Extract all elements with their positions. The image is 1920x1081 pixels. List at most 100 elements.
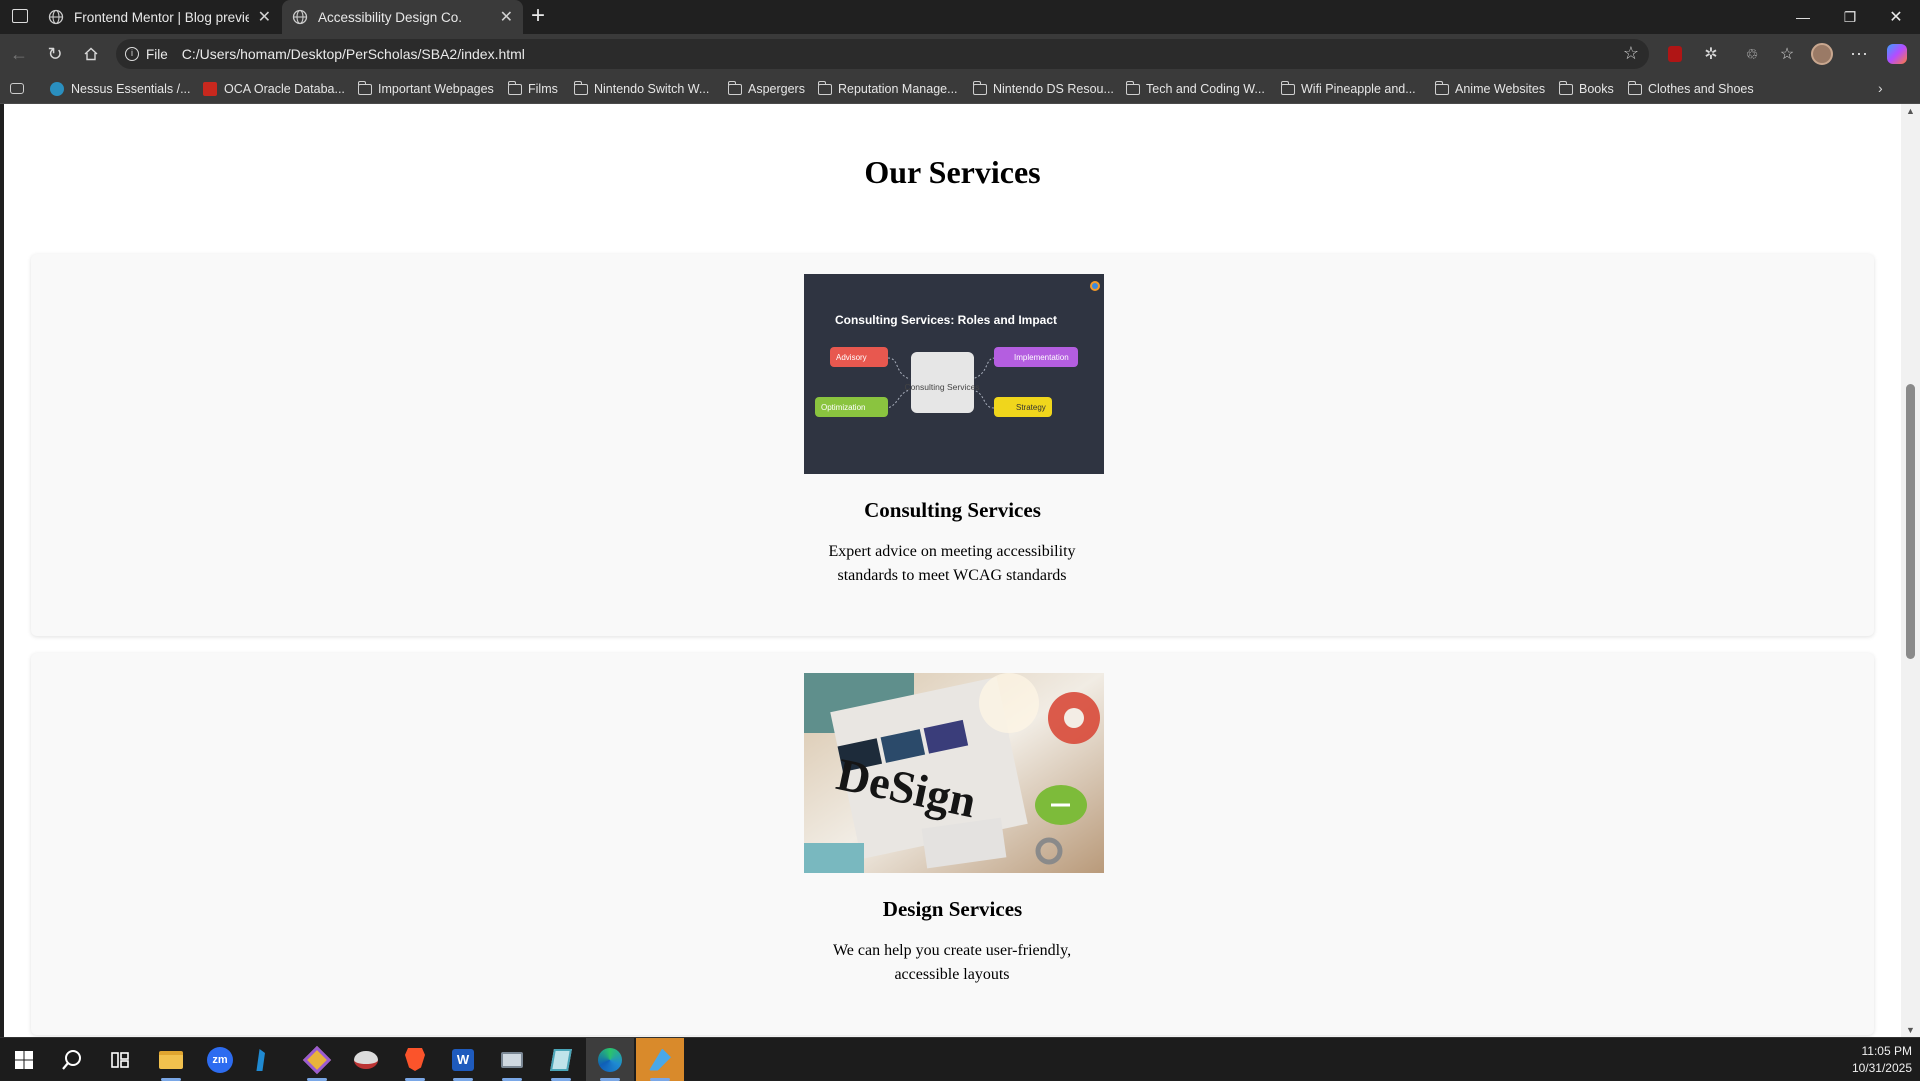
info-icon[interactable]: i: [125, 47, 139, 61]
paint-app-icon[interactable]: [636, 1038, 684, 1081]
tab-title: Accessibility Design Co.: [318, 9, 463, 25]
start-icon[interactable]: [0, 1038, 48, 1081]
close-tab-icon[interactable]: ✕: [258, 7, 271, 27]
bookmark-folder[interactable]: Tech and Coding W...: [1126, 79, 1265, 99]
scheme-label: File: [146, 46, 168, 62]
home-icon[interactable]: [79, 42, 103, 66]
browser-toolbar: ← ↻ i File C:/Users/homam/Desktop/PerSch…: [0, 34, 1920, 74]
brave-icon[interactable]: [391, 1038, 439, 1081]
clock-date: 10/31/2025: [1851, 1061, 1912, 1075]
node-strategy: Strategy: [1016, 403, 1046, 412]
folder-icon: [1126, 80, 1140, 95]
close-tab-icon[interactable]: ✕: [500, 7, 513, 27]
bookmark-nessus[interactable]: Nessus Essentials /...: [50, 79, 191, 99]
tab-strip: Frontend Mentor | Blog preview c ✕ Acces…: [0, 0, 1920, 34]
bookmark-label: Important Webpages: [378, 82, 494, 96]
folder-icon: [728, 80, 742, 95]
task-view-icon[interactable]: [96, 1038, 144, 1081]
scroll-up-icon[interactable]: ▲: [1906, 106, 1915, 116]
page-scrollbar[interactable]: ▲ ▼: [1901, 104, 1920, 1037]
bookmark-label: Anime Websites: [1455, 82, 1546, 96]
bookmark-folder[interactable]: Anime Websites: [1435, 79, 1545, 99]
bookmark-label: Wifi Pineapple and...: [1301, 82, 1416, 96]
game-app-icon[interactable]: [342, 1038, 390, 1081]
bookmark-oca-oracle[interactable]: OCA Oracle Databa...: [203, 79, 345, 99]
bookmark-label: Films: [528, 82, 558, 96]
globe-icon: [50, 82, 64, 96]
restore-icon[interactable]: ❐: [1827, 0, 1873, 34]
network-app-icon[interactable]: [488, 1038, 536, 1081]
favorite-star-icon[interactable]: ☆: [1623, 43, 1639, 64]
service-title: Consulting Services: [864, 498, 1041, 522]
service-card-consulting: Consulting Services: Roles and Impact Co…: [31, 254, 1874, 636]
service-title: Design Services: [882, 897, 1023, 921]
close-window-icon[interactable]: ✕: [1873, 0, 1919, 34]
back-icon[interactable]: ←: [7, 42, 31, 66]
bookmark-label: Reputation Manage...: [838, 82, 958, 96]
bookmark-folder[interactable]: Nintendo Switch W...: [574, 79, 709, 99]
vscode-icon[interactable]: [245, 1038, 293, 1081]
folder-icon: [358, 80, 372, 95]
chevron-right-icon[interactable]: ›: [1878, 80, 1883, 96]
consulting-diagram-image: Consulting Services: Roles and Impact Co…: [804, 274, 1104, 474]
bookmark-folder[interactable]: Aspergers: [728, 79, 805, 99]
bookmarks-menu-icon[interactable]: [10, 83, 24, 94]
folder-icon: [973, 80, 987, 95]
bookmark-folder[interactable]: Wifi Pineapple and...: [1281, 79, 1416, 99]
bookmark-label: Clothes and Shoes: [1648, 82, 1754, 96]
new-tab-button[interactable]: +: [531, 3, 545, 29]
bookmark-label: Aspergers: [748, 82, 805, 96]
scroll-down-icon[interactable]: ▼: [1906, 1025, 1915, 1035]
folder-icon: [1435, 80, 1449, 95]
bookmark-folder[interactable]: Nintendo DS Resou...: [973, 79, 1114, 99]
bookmark-label: Nintendo DS Resou...: [993, 82, 1114, 96]
url-text[interactable]: C:/Users/homam/Desktop/PerScholas/SBA2/i…: [182, 46, 525, 62]
bookmark-folder[interactable]: Clothes and Shoes: [1628, 79, 1754, 99]
bookmark-label: Nintendo Switch W...: [594, 82, 710, 96]
node-advisory: Advisory: [836, 353, 867, 362]
tab-accessibility-design[interactable]: Accessibility Design Co. ✕: [282, 0, 523, 34]
bookmarks-bar: Nessus Essentials /... OCA Oracle Databa…: [0, 74, 1920, 104]
taskbar: zm W 11:05 PM 10/31/2025: [0, 1037, 1920, 1081]
minimize-icon[interactable]: —: [1780, 0, 1826, 34]
bookmark-folder[interactable]: Important Webpages: [358, 79, 494, 99]
address-bar[interactable]: i File C:/Users/homam/Desktop/PerScholas…: [116, 39, 1649, 69]
bookmark-label: Tech and Coding W...: [1146, 82, 1265, 96]
bookmark-folder[interactable]: Films: [508, 79, 558, 99]
bookmark-folder[interactable]: Reputation Manage...: [818, 79, 958, 99]
file-explorer-icon[interactable]: [147, 1038, 195, 1081]
folder-icon: [1281, 80, 1295, 95]
word-icon[interactable]: W: [439, 1038, 487, 1081]
tab-actions-icon[interactable]: [12, 9, 28, 23]
service-description: We can help you create user-friendly, ac…: [832, 942, 1072, 983]
extensions-icon[interactable]: ✲: [1699, 42, 1723, 66]
git-app-icon[interactable]: [293, 1038, 341, 1081]
folder-icon: [818, 80, 832, 95]
ublock-extension-icon[interactable]: [1663, 42, 1687, 66]
avatar[interactable]: [1810, 42, 1834, 66]
scroll-thumb[interactable]: [1906, 384, 1915, 659]
service-card-design: DeSign Design Services We can help you c…: [31, 653, 1874, 1035]
bookmark-label: Nessus Essentials /...: [71, 82, 191, 96]
zoom-icon[interactable]: zm: [196, 1038, 244, 1081]
pdf-icon: [203, 82, 217, 96]
reload-icon[interactable]: ↻: [43, 42, 67, 66]
design-photo-image: DeSign: [804, 673, 1104, 873]
system-clock[interactable]: 11:05 PM 10/31/2025: [1852, 1043, 1912, 1077]
globe-icon: [292, 9, 308, 25]
more-menu-icon[interactable]: ⋯: [1847, 42, 1871, 66]
copilot-icon[interactable]: [1885, 42, 1909, 66]
tab-title: Frontend Mentor | Blog preview c: [74, 9, 249, 25]
edge-icon[interactable]: [586, 1038, 634, 1081]
bookmark-folder[interactable]: Books: [1559, 79, 1614, 99]
search-icon[interactable]: [48, 1038, 96, 1081]
favorites-icon[interactable]: ☆: [1775, 42, 1799, 66]
notepad-icon[interactable]: [537, 1038, 585, 1081]
clock-time: 11:05 PM: [1861, 1044, 1912, 1058]
node-implementation: Implementation: [1014, 353, 1069, 362]
folder-icon: [574, 80, 588, 95]
folder-icon: [508, 80, 522, 95]
folder-icon: [1559, 80, 1573, 95]
performance-icon[interactable]: ♲: [1740, 42, 1764, 66]
tab-frontend-mentor[interactable]: Frontend Mentor | Blog preview c ✕: [38, 0, 281, 34]
